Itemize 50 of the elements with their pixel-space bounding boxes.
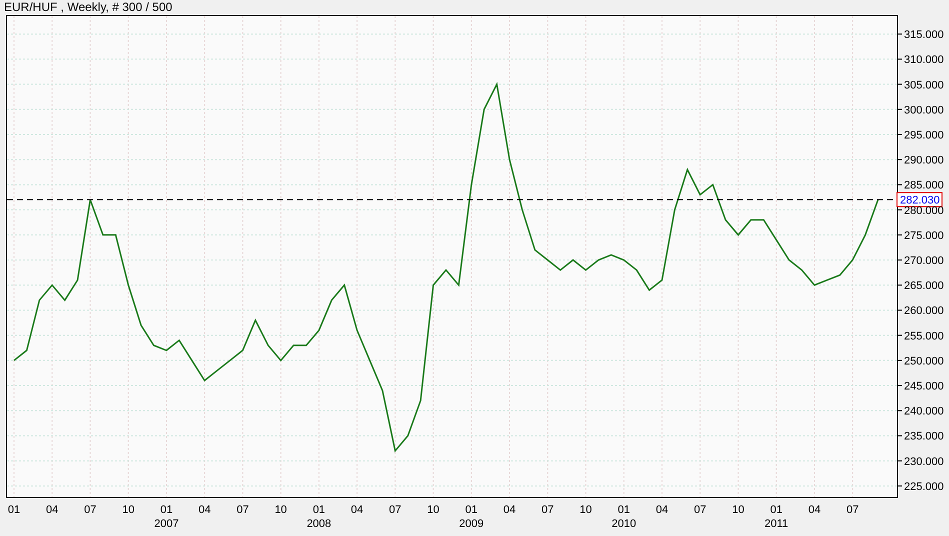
y-axis-label: 315.000 bbox=[904, 29, 944, 42]
y-axis-label: 310.000 bbox=[904, 54, 944, 66]
x-axis-label: 04 bbox=[808, 504, 821, 516]
y-axis-label: 285.000 bbox=[904, 180, 944, 192]
x-axis-label: 10 bbox=[732, 504, 744, 516]
y-axis-label: 265.000 bbox=[904, 280, 944, 292]
x-axis-label: 04 bbox=[350, 504, 364, 516]
x-axis-label: 04 bbox=[46, 504, 58, 516]
x-axis-label: 01 bbox=[160, 504, 173, 516]
x-axis-label: 01 bbox=[618, 504, 630, 516]
y-axis-label: 280.000 bbox=[904, 204, 944, 217]
year-label: 2010 bbox=[612, 518, 636, 530]
x-axis-label: 01 bbox=[312, 504, 326, 516]
x-axis-label: 04 bbox=[503, 504, 516, 516]
x-axis-label: 07 bbox=[84, 504, 96, 516]
y-axis-label: 305.000 bbox=[904, 79, 944, 92]
ref-line-label: 282.030 bbox=[900, 194, 940, 207]
chart-title: EUR/HUF , Weekly, # 300 / 500 bbox=[4, 0, 172, 14]
y-axis-label: 250.000 bbox=[904, 355, 944, 368]
x-axis-label: 07 bbox=[389, 504, 402, 516]
x-axis-label: 10 bbox=[580, 504, 592, 516]
year-label: 2008 bbox=[306, 518, 332, 530]
x-axis-label: 07 bbox=[236, 504, 249, 516]
y-axis-label: 240.000 bbox=[904, 406, 944, 418]
y-axis-label: 270.000 bbox=[904, 255, 944, 267]
y-axis-label: 255.000 bbox=[904, 330, 944, 342]
y-axis-label: 295.000 bbox=[904, 129, 944, 142]
x-axis-label: 01 bbox=[8, 504, 20, 516]
x-axis-label: 10 bbox=[427, 504, 440, 516]
current-price-label: 282.030 bbox=[896, 192, 942, 208]
x-axis-label: 07 bbox=[542, 504, 554, 516]
x-axis-label: 10 bbox=[122, 504, 134, 516]
x-axis-label: 01 bbox=[465, 504, 478, 516]
x-axis-label: 07 bbox=[694, 504, 706, 516]
x-axis-label: 07 bbox=[846, 504, 859, 516]
y-axis-label: 260.000 bbox=[904, 305, 944, 318]
y-axis-label: 300.000 bbox=[904, 104, 944, 116]
x-axis-label: 01 bbox=[770, 504, 782, 516]
x-axis-label: 10 bbox=[274, 504, 287, 516]
x-axis-label: 04 bbox=[656, 504, 668, 516]
x-axis-label: 04 bbox=[198, 504, 211, 516]
y-axis-label: 235.000 bbox=[904, 430, 944, 443]
y-axis-label: 275.000 bbox=[904, 230, 944, 242]
y-axis-label: 225.000 bbox=[904, 480, 944, 493]
year-label: 2009 bbox=[459, 518, 484, 530]
y-axis-label: 290.000 bbox=[904, 154, 944, 167]
year-label: 2011 bbox=[764, 518, 788, 530]
y-axis-label: 230.000 bbox=[904, 456, 944, 468]
year-label: 2007 bbox=[154, 518, 179, 530]
y-axis-label: 245.000 bbox=[904, 380, 944, 393]
